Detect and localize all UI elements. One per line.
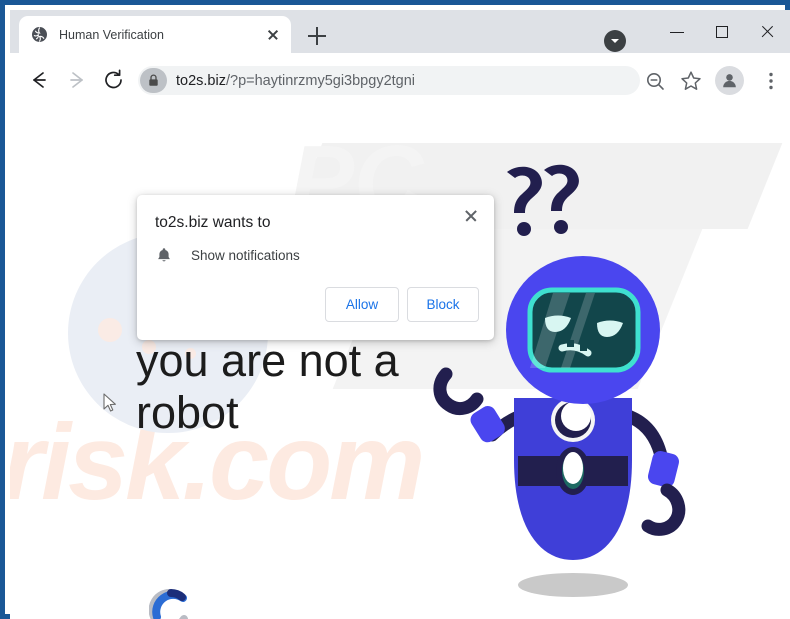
lock-glyph [149, 74, 158, 86]
person-icon [723, 74, 736, 88]
window-close-button[interactable] [745, 16, 790, 47]
globe-icon [32, 27, 47, 42]
robot-shadow [518, 573, 628, 597]
browser-window: Human Verification to2s.biz/?p=haytinrzm… [10, 10, 790, 619]
window-maximize-button[interactable] [700, 16, 745, 47]
address-bar[interactable]: to2s.biz/?p=haytinrzmy5gi3bpgy2tgni [138, 66, 640, 95]
bell-icon [158, 248, 170, 262]
page-content: PC risk.com you are not a robot to2s.biz… [10, 105, 790, 619]
back-arrow-icon[interactable] [26, 67, 52, 93]
chevron-down-icon [611, 39, 619, 43]
tab-title: Human Verification [59, 27, 164, 42]
profile-avatar[interactable] [715, 66, 744, 95]
browser-toolbar: to2s.biz/?p=haytinrzmy5gi3bpgy2tgni [10, 53, 790, 105]
dialog-permission-label: Show notifications [191, 247, 300, 263]
address-bar-text: to2s.biz/?p=haytinrzmy5gi3bpgy2tgni [176, 73, 415, 89]
robot-left-claw [433, 367, 484, 416]
dialog-close-button[interactable] [458, 203, 484, 229]
reload-icon[interactable] [101, 67, 127, 93]
block-button[interactable]: Block [407, 287, 479, 322]
c-ring-icon [148, 588, 188, 619]
robot-right-cuff [647, 451, 679, 488]
captcha-logo: E-CAPTCHA [139, 588, 201, 619]
three-dot-menu-icon[interactable] [758, 68, 784, 94]
star-icon[interactable] [678, 68, 704, 94]
tab-strip: Human Verification [10, 10, 790, 53]
tab-close-button[interactable] [261, 23, 285, 47]
dialog-permission-row: Show notifications [155, 246, 300, 264]
question-marks-icon [507, 164, 579, 236]
dialog-title: to2s.biz wants to [155, 214, 271, 231]
new-tab-button[interactable] [304, 23, 330, 49]
zoom-out-icon[interactable] [642, 68, 668, 94]
window-minimize-button[interactable] [655, 16, 700, 47]
mouse-pointer-icon [103, 393, 116, 412]
tab-human-verification[interactable]: Human Verification [19, 16, 291, 53]
robot-right-claw [641, 483, 686, 536]
browser-window-frame: Human Verification to2s.biz/?p=haytinrzm… [0, 0, 790, 619]
lock-icon[interactable] [140, 68, 167, 93]
allow-button[interactable]: Allow [325, 287, 399, 322]
tab-search-icon[interactable] [604, 30, 626, 52]
url-path: /?p=haytinrzmy5gi3bpgy2tgni [225, 72, 416, 89]
url-domain: to2s.biz [176, 72, 226, 89]
notification-permission-dialog: to2s.biz wants to Show notifications All… [137, 195, 494, 340]
forward-arrow-icon [70, 72, 83, 88]
decorative-dot [98, 318, 122, 342]
